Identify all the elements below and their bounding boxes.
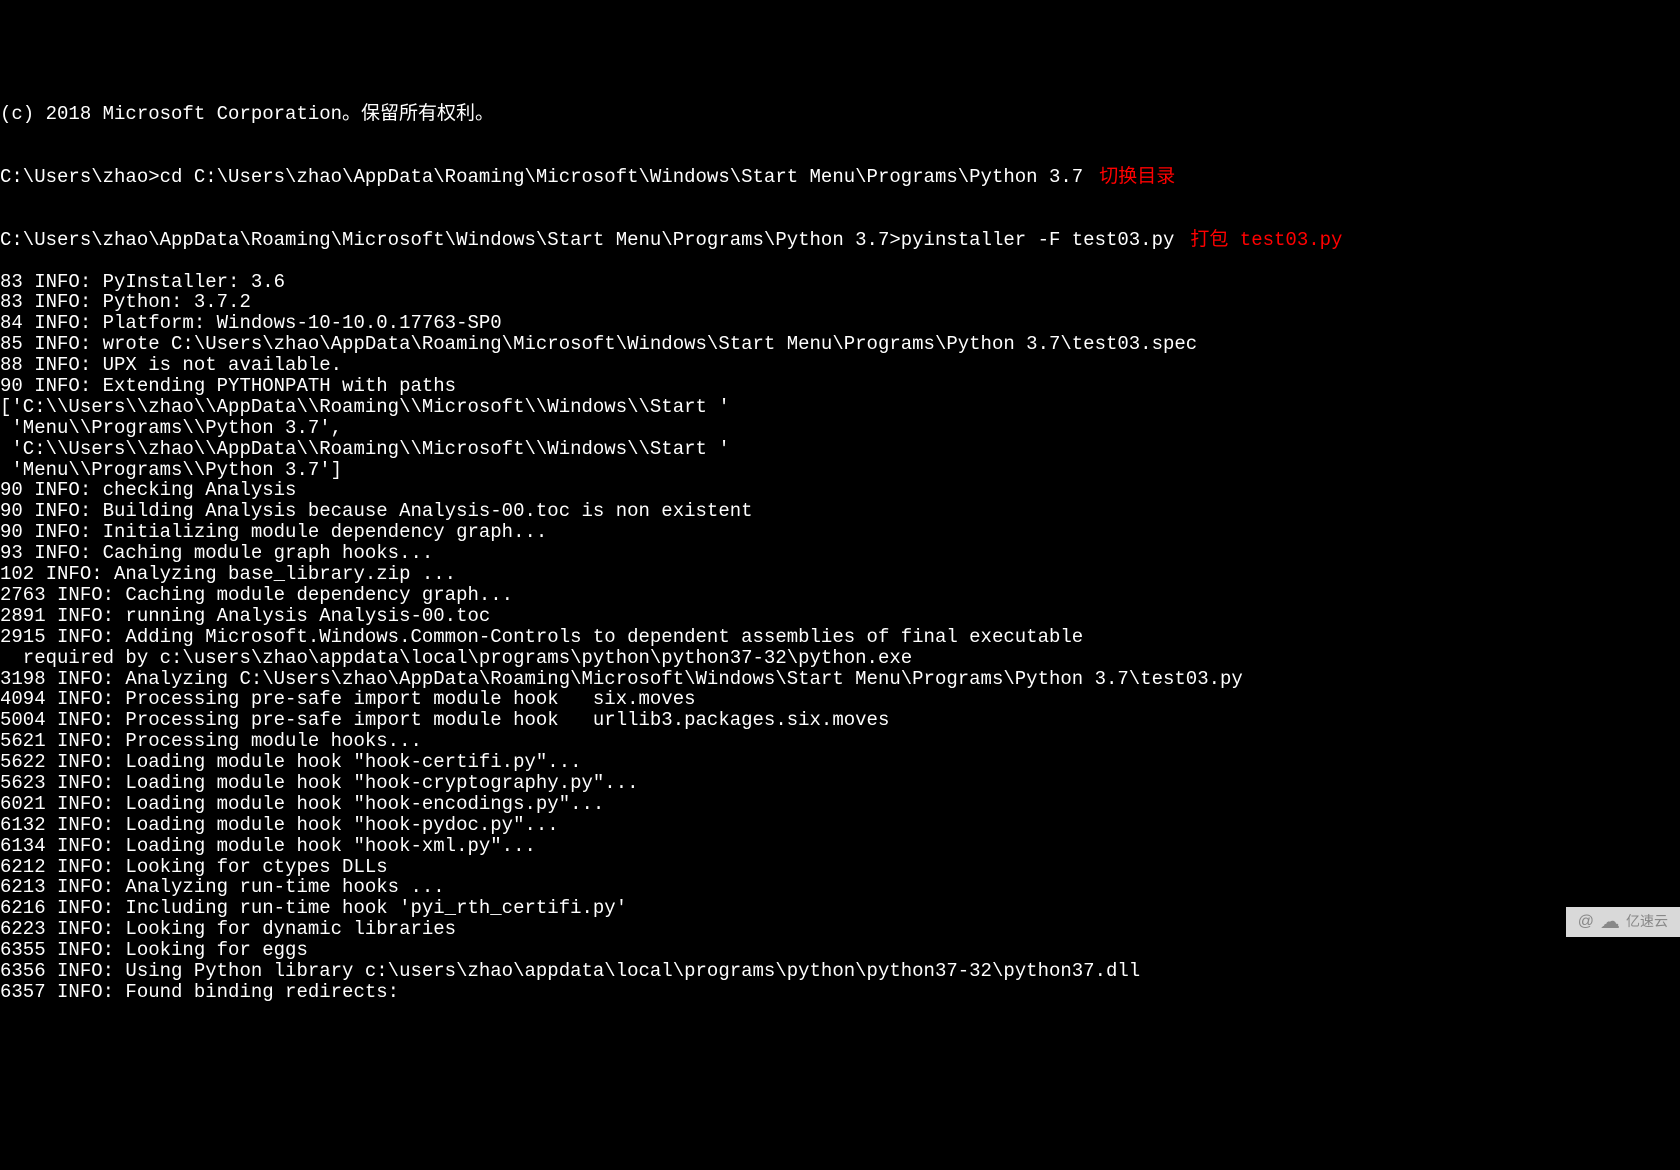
- cd-command-text: C:\Users\zhao>cd C:\Users\zhao\AppData\R…: [0, 166, 1083, 188]
- pyinstaller-command-text: C:\Users\zhao\AppData\Roaming\Microsoft\…: [0, 229, 1174, 251]
- output-line: 90 INFO: Initializing module dependency …: [0, 522, 1680, 543]
- output-line: ['C:\\Users\\zhao\\AppData\\Roaming\\Mic…: [0, 397, 1680, 418]
- output-line: 6213 INFO: Analyzing run-time hooks ...: [0, 877, 1680, 898]
- output-line: 'Menu\\Programs\\Python 3.7',: [0, 418, 1680, 439]
- output-line: 6216 INFO: Including run-time hook 'pyi_…: [0, 898, 1680, 919]
- pyinstaller-annotation: 打包 test03.py: [1190, 229, 1342, 251]
- output-line: 84 INFO: Platform: Windows-10-10.0.17763…: [0, 313, 1680, 334]
- output-line: 6355 INFO: Looking for eggs: [0, 940, 1680, 961]
- output-line: 3198 INFO: Analyzing C:\Users\zhao\AppDa…: [0, 669, 1680, 690]
- output-lines-container: 83 INFO: PyInstaller: 3.683 INFO: Python…: [0, 272, 1680, 1003]
- cd-annotation: 切换目录: [1099, 166, 1175, 188]
- output-line: 90 INFO: checking Analysis: [0, 480, 1680, 501]
- at-icon: @: [1578, 913, 1594, 931]
- watermark: @ ☁ 亿速云: [1566, 907, 1680, 937]
- copyright-line: (c) 2018 Microsoft Corporation。保留所有权利。: [0, 104, 1680, 125]
- output-line: 6021 INFO: Loading module hook "hook-enc…: [0, 794, 1680, 815]
- output-line: 5004 INFO: Processing pre-safe import mo…: [0, 710, 1680, 731]
- cd-command-line: C:\Users\zhao>cd C:\Users\zhao\AppData\R…: [0, 167, 1680, 188]
- output-line: 83 INFO: PyInstaller: 3.6: [0, 272, 1680, 293]
- output-line: 93 INFO: Caching module graph hooks...: [0, 543, 1680, 564]
- output-line: required by c:\users\zhao\appdata\local\…: [0, 648, 1680, 669]
- output-line: 88 INFO: UPX is not available.: [0, 355, 1680, 376]
- output-line: 2915 INFO: Adding Microsoft.Windows.Comm…: [0, 627, 1680, 648]
- output-line: 5622 INFO: Loading module hook "hook-cer…: [0, 752, 1680, 773]
- output-line: 'Menu\\Programs\\Python 3.7']: [0, 460, 1680, 481]
- output-line: 90 INFO: Extending PYTHONPATH with paths: [0, 376, 1680, 397]
- output-line: 85 INFO: wrote C:\Users\zhao\AppData\Roa…: [0, 334, 1680, 355]
- output-line: 2891 INFO: running Analysis Analysis-00.…: [0, 606, 1680, 627]
- pyinstaller-command-line: C:\Users\zhao\AppData\Roaming\Microsoft\…: [0, 230, 1680, 251]
- output-line: 83 INFO: Python: 3.7.2: [0, 292, 1680, 313]
- output-line: 6356 INFO: Using Python library c:\users…: [0, 961, 1680, 982]
- output-line: 6212 INFO: Looking for ctypes DLLs: [0, 857, 1680, 878]
- output-line: 5623 INFO: Loading module hook "hook-cry…: [0, 773, 1680, 794]
- output-line: 6132 INFO: Loading module hook "hook-pyd…: [0, 815, 1680, 836]
- output-line: 102 INFO: Analyzing base_library.zip ...: [0, 564, 1680, 585]
- output-line: 2763 INFO: Caching module dependency gra…: [0, 585, 1680, 606]
- output-line: 'C:\\Users\\zhao\\AppData\\Roaming\\Micr…: [0, 439, 1680, 460]
- output-line: 6134 INFO: Loading module hook "hook-xml…: [0, 836, 1680, 857]
- output-line: 4094 INFO: Processing pre-safe import mo…: [0, 689, 1680, 710]
- watermark-text: 亿速云: [1626, 914, 1668, 929]
- output-line: 6357 INFO: Found binding redirects:: [0, 982, 1680, 1003]
- output-line: 5621 INFO: Processing module hooks...: [0, 731, 1680, 752]
- output-line: 90 INFO: Building Analysis because Analy…: [0, 501, 1680, 522]
- terminal-output[interactable]: (c) 2018 Microsoft Corporation。保留所有权利。 C…: [0, 84, 1680, 1024]
- cloud-icon: ☁: [1600, 911, 1620, 933]
